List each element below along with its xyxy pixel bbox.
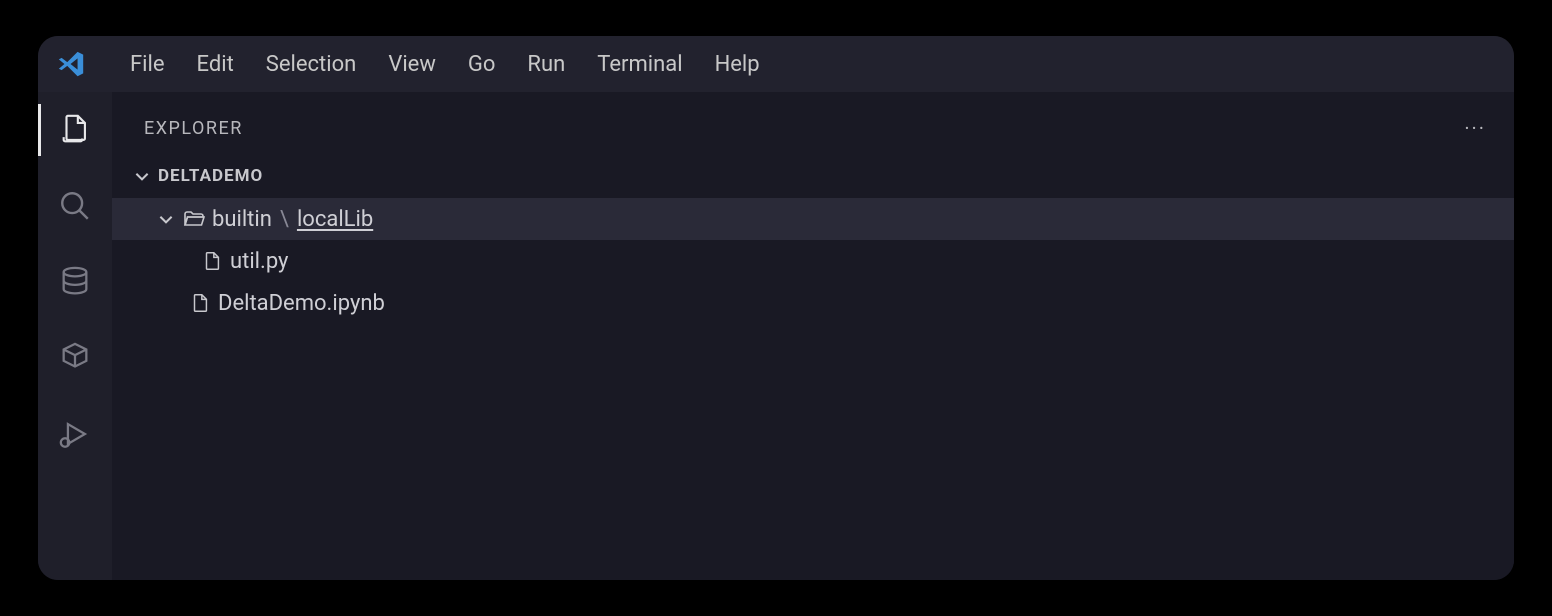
file-name: DeltaDemo.ipynb [218, 291, 385, 316]
panel-header: EXPLORER ··· [112, 92, 1514, 160]
menu-help[interactable]: Help [699, 46, 776, 83]
folder-path-separator: \ [280, 207, 289, 232]
folder-open-icon [182, 207, 206, 231]
explorer-panel: EXPLORER ··· DELTADEMO [112, 92, 1514, 580]
menu-edit[interactable]: Edit [181, 46, 250, 83]
menubar: File Edit Selection View Go Run Terminal… [38, 36, 1514, 92]
vscode-window: File Edit Selection View Go Run Terminal… [38, 36, 1514, 580]
panel-more-button[interactable]: ··· [1458, 114, 1492, 142]
folder-path-prefix: builtin [212, 207, 272, 232]
tree-file-row[interactable]: DeltaDemo.ipynb [112, 282, 1514, 324]
chevron-down-icon [156, 209, 176, 229]
file-name: util.py [230, 249, 288, 274]
file-tree: builtin \ localLib util.py [112, 192, 1514, 324]
files-icon [58, 113, 92, 151]
source-control-icon [58, 265, 92, 303]
activity-search[interactable] [57, 190, 93, 226]
window-body: EXPLORER ··· DELTADEMO [38, 92, 1514, 580]
menu-file[interactable]: File [114, 46, 181, 83]
activity-source-control[interactable] [57, 266, 93, 302]
panel-title: EXPLORER [144, 118, 243, 139]
chevron-down-icon [132, 166, 152, 186]
tree-folder-row[interactable]: builtin \ localLib [112, 198, 1514, 240]
activity-bar [38, 92, 112, 580]
explorer-section-label: DELTADEMO [158, 166, 263, 186]
activity-run-debug[interactable] [57, 418, 93, 454]
activity-extensions[interactable] [57, 342, 93, 378]
menu-view[interactable]: View [372, 46, 452, 83]
folder-path-leaf: localLib [297, 207, 373, 232]
file-icon [188, 291, 212, 315]
menu-selection[interactable]: Selection [250, 46, 373, 83]
menu-terminal[interactable]: Terminal [581, 46, 698, 83]
file-icon [200, 249, 224, 273]
debug-icon [58, 417, 92, 455]
search-icon [58, 189, 92, 227]
menu-run[interactable]: Run [511, 46, 581, 83]
extensions-icon [58, 341, 92, 379]
tree-file-row[interactable]: util.py [112, 240, 1514, 282]
activity-explorer[interactable] [57, 114, 93, 150]
vscode-logo-icon [56, 49, 86, 79]
menu-go[interactable]: Go [452, 46, 512, 83]
explorer-section-header[interactable]: DELTADEMO [112, 160, 1514, 192]
